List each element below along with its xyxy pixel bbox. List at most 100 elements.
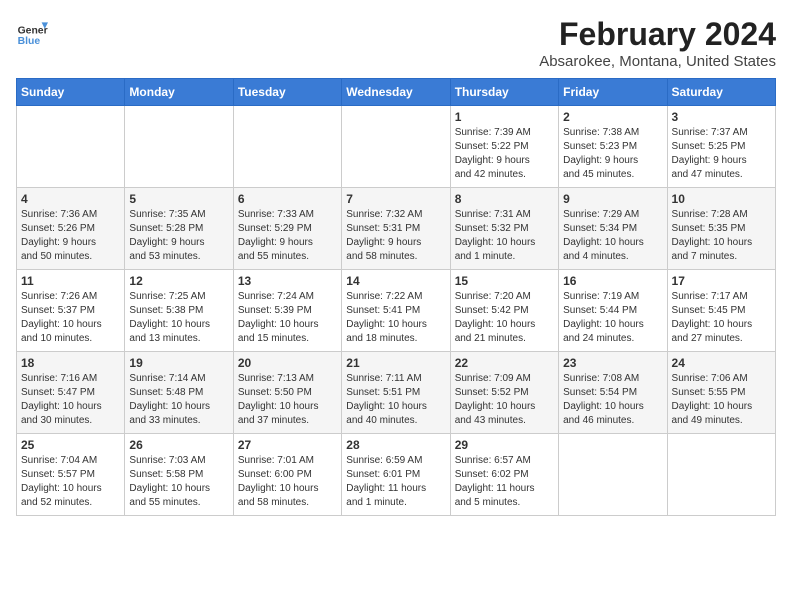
day-cell: 14Sunrise: 7:22 AM Sunset: 5:41 PM Dayli… bbox=[342, 270, 450, 352]
title-block: February 2024 Absarokee, Montana, United… bbox=[539, 16, 776, 70]
day-info: Sunrise: 7:33 AM Sunset: 5:29 PM Dayligh… bbox=[238, 208, 337, 264]
day-cell bbox=[667, 434, 775, 516]
day-number: 10 bbox=[672, 192, 771, 206]
day-number: 2 bbox=[563, 110, 662, 124]
day-info: Sunrise: 7:06 AM Sunset: 5:55 PM Dayligh… bbox=[672, 372, 771, 428]
day-cell: 15 Sunrise: 7:20 AM Sunset: 5:42 PM Dayli… bbox=[450, 270, 558, 352]
day-number: 15 bbox=[455, 274, 554, 288]
day-cell: 22 Sunrise: 7:09 AM Sunset: 5:52 PM Dayli… bbox=[450, 352, 558, 434]
day-number: 29 bbox=[455, 438, 554, 452]
day-cell: 1 Sunrise: 7:39 AM Sunset: 5:22 PM Daylig… bbox=[450, 106, 558, 188]
week-row-4: 18 Sunrise: 7:16 AM Sunset: 5:47 PM Dayli… bbox=[17, 352, 776, 434]
day-info: Sunrise: 7:17 AM Sunset: 5:45 PM Dayligh… bbox=[672, 290, 771, 346]
day-cell: 12 Sunrise: 7:25 AM Sunset: 5:38 PM Dayli… bbox=[125, 270, 233, 352]
day-info: Sunrise: 7:37 AM Sunset: 5:25 PM Dayligh… bbox=[672, 126, 771, 182]
day-info: Sunrise: 7:16 AM Sunset: 5:47 PM Dayligh… bbox=[21, 372, 120, 428]
svg-text:General: General bbox=[18, 26, 48, 37]
day-info: Sunrise: 7:08 AM Sunset: 5:54 PM Dayligh… bbox=[563, 372, 662, 428]
day-info: Sunrise: 7:25 AM Sunset: 5:38 PM Dayligh… bbox=[129, 290, 228, 346]
day-cell bbox=[559, 434, 667, 516]
day-info: Sunrise: 7:31 AM Sunset: 5:32 PM Dayligh… bbox=[455, 208, 554, 264]
day-number: 25 bbox=[21, 438, 120, 452]
day-number: 6 bbox=[238, 192, 337, 206]
day-number: 19 bbox=[129, 356, 228, 370]
day-info: Sunrise: 7:24 AM Sunset: 5:39 PM Dayligh… bbox=[238, 290, 337, 346]
day-number: 1 bbox=[455, 110, 554, 124]
day-info: Sunrise: 7:19 AM Sunset: 5:44 PM Dayligh… bbox=[563, 290, 662, 346]
day-number: 8 bbox=[455, 192, 554, 206]
day-cell: 23 Sunrise: 7:08 AM Sunset: 5:54 PM Dayli… bbox=[559, 352, 667, 434]
day-info: Sunrise: 7:29 AM Sunset: 5:34 PM Dayligh… bbox=[563, 208, 662, 264]
day-cell: 10 Sunrise: 7:28 AM Sunset: 5:35 PM Dayli… bbox=[667, 188, 775, 270]
day-number: 27 bbox=[238, 438, 337, 452]
day-cell: 7Sunrise: 7:32 AM Sunset: 5:31 PM Daylig… bbox=[342, 188, 450, 270]
column-header-thursday: Thursday bbox=[450, 79, 558, 106]
day-info: Sunrise: 7:13 AM Sunset: 5:50 PM Dayligh… bbox=[238, 372, 337, 428]
day-info: Sunrise: 7:01 AM Sunset: 6:00 PM Dayligh… bbox=[238, 454, 337, 510]
day-number: 5 bbox=[129, 192, 228, 206]
svg-text:Blue: Blue bbox=[18, 36, 41, 47]
day-cell bbox=[17, 106, 125, 188]
day-info: Sunrise: 7:09 AM Sunset: 5:52 PM Dayligh… bbox=[455, 372, 554, 428]
day-cell: 27 Sunrise: 7:01 AM Sunset: 6:00 PM Dayli… bbox=[233, 434, 341, 516]
day-cell: 11Sunrise: 7:26 AM Sunset: 5:37 PM Dayli… bbox=[17, 270, 125, 352]
column-header-monday: Monday bbox=[125, 79, 233, 106]
day-cell: 16 Sunrise: 7:19 AM Sunset: 5:44 PM Dayli… bbox=[559, 270, 667, 352]
day-cell: 4Sunrise: 7:36 AM Sunset: 5:26 PM Daylig… bbox=[17, 188, 125, 270]
day-number: 12 bbox=[129, 274, 228, 288]
day-number: 4 bbox=[21, 192, 120, 206]
day-number: 13 bbox=[238, 274, 337, 288]
day-info: Sunrise: 7:28 AM Sunset: 5:35 PM Dayligh… bbox=[672, 208, 771, 264]
day-cell: 26 Sunrise: 7:03 AM Sunset: 5:58 PM Dayli… bbox=[125, 434, 233, 516]
day-number: 18 bbox=[21, 356, 120, 370]
day-cell: 18 Sunrise: 7:16 AM Sunset: 5:47 PM Dayli… bbox=[17, 352, 125, 434]
logo-icon: General Blue bbox=[16, 16, 48, 48]
day-info: Sunrise: 6:59 AM Sunset: 6:01 PM Dayligh… bbox=[346, 454, 445, 510]
day-number: 14 bbox=[346, 274, 445, 288]
day-info: Sunrise: 7:14 AM Sunset: 5:48 PM Dayligh… bbox=[129, 372, 228, 428]
week-row-2: 4Sunrise: 7:36 AM Sunset: 5:26 PM Daylig… bbox=[17, 188, 776, 270]
day-cell: 6 Sunrise: 7:33 AM Sunset: 5:29 PM Daylig… bbox=[233, 188, 341, 270]
day-number: 16 bbox=[563, 274, 662, 288]
day-cell: 25Sunrise: 7:04 AM Sunset: 5:57 PM Dayli… bbox=[17, 434, 125, 516]
day-cell: 29Sunrise: 6:57 AM Sunset: 6:02 PM Dayli… bbox=[450, 434, 558, 516]
day-cell: 17 Sunrise: 7:17 AM Sunset: 5:45 PM Dayli… bbox=[667, 270, 775, 352]
header-row: SundayMondayTuesdayWednesdayThursdayFrid… bbox=[17, 79, 776, 106]
column-header-sunday: Sunday bbox=[17, 79, 125, 106]
day-info: Sunrise: 7:03 AM Sunset: 5:58 PM Dayligh… bbox=[129, 454, 228, 510]
day-info: Sunrise: 7:26 AM Sunset: 5:37 PM Dayligh… bbox=[21, 290, 120, 346]
day-cell: 20 Sunrise: 7:13 AM Sunset: 5:50 PM Dayli… bbox=[233, 352, 341, 434]
day-cell: 2Sunrise: 7:38 AM Sunset: 5:23 PM Daylig… bbox=[559, 106, 667, 188]
day-cell: 13 Sunrise: 7:24 AM Sunset: 5:39 PM Dayli… bbox=[233, 270, 341, 352]
day-cell: 24Sunrise: 7:06 AM Sunset: 5:55 PM Dayli… bbox=[667, 352, 775, 434]
day-number: 28 bbox=[346, 438, 445, 452]
day-number: 20 bbox=[238, 356, 337, 370]
day-number: 7 bbox=[346, 192, 445, 206]
day-info: Sunrise: 7:11 AM Sunset: 5:51 PM Dayligh… bbox=[346, 372, 445, 428]
column-header-tuesday: Tuesday bbox=[233, 79, 341, 106]
day-number: 3 bbox=[672, 110, 771, 124]
page-title: February 2024 bbox=[539, 16, 776, 53]
week-row-1: 1 Sunrise: 7:39 AM Sunset: 5:22 PM Daylig… bbox=[17, 106, 776, 188]
page-subtitle: Absarokee, Montana, United States bbox=[539, 53, 776, 70]
calendar-table: SundayMondayTuesdayWednesdayThursdayFrid… bbox=[16, 78, 776, 516]
day-cell: 9 Sunrise: 7:29 AM Sunset: 5:34 PM Daylig… bbox=[559, 188, 667, 270]
day-number: 17 bbox=[672, 274, 771, 288]
day-info: Sunrise: 7:35 AM Sunset: 5:28 PM Dayligh… bbox=[129, 208, 228, 264]
week-row-5: 25Sunrise: 7:04 AM Sunset: 5:57 PM Dayli… bbox=[17, 434, 776, 516]
day-cell: 21Sunrise: 7:11 AM Sunset: 5:51 PM Dayli… bbox=[342, 352, 450, 434]
day-number: 22 bbox=[455, 356, 554, 370]
day-info: Sunrise: 7:20 AM Sunset: 5:42 PM Dayligh… bbox=[455, 290, 554, 346]
week-row-3: 11Sunrise: 7:26 AM Sunset: 5:37 PM Dayli… bbox=[17, 270, 776, 352]
day-info: Sunrise: 7:39 AM Sunset: 5:22 PM Dayligh… bbox=[455, 126, 554, 182]
day-cell bbox=[233, 106, 341, 188]
day-cell: 28 Sunrise: 6:59 AM Sunset: 6:01 PM Dayli… bbox=[342, 434, 450, 516]
column-header-wednesday: Wednesday bbox=[342, 79, 450, 106]
day-number: 23 bbox=[563, 356, 662, 370]
day-number: 9 bbox=[563, 192, 662, 206]
day-cell bbox=[342, 106, 450, 188]
column-header-friday: Friday bbox=[559, 79, 667, 106]
day-cell bbox=[125, 106, 233, 188]
logo: General Blue bbox=[16, 16, 48, 48]
day-number: 26 bbox=[129, 438, 228, 452]
